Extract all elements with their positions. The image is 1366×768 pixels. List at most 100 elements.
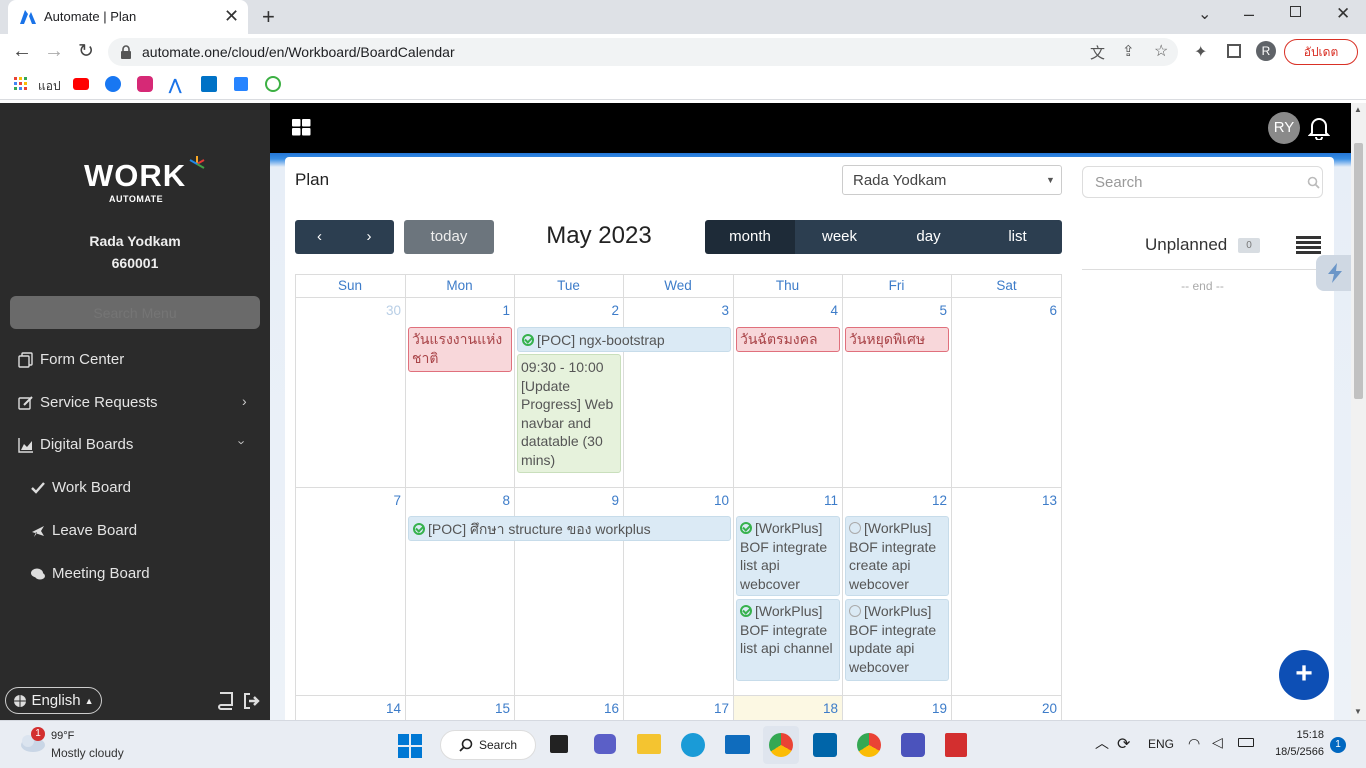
list-menu-icon[interactable] (1296, 236, 1321, 254)
input-language[interactable]: ENG (1148, 737, 1174, 751)
bell-icon[interactable] (1308, 116, 1330, 140)
day-number[interactable]: 11 (733, 493, 838, 508)
calendar-event[interactable]: [POC] ngx-bootstrap (517, 327, 731, 352)
sidebar-item-leave-board[interactable]: Leave Board (30, 522, 137, 539)
tab-search-icon[interactable]: ⌄ (1198, 4, 1211, 24)
clock-time[interactable]: 15:18 (1294, 729, 1324, 741)
day-number[interactable]: 20 (951, 701, 1057, 716)
reload-icon[interactable]: ↻ (78, 40, 94, 63)
sidebar-item-service-requests[interactable]: Service Requests (18, 394, 158, 411)
search-menu-input[interactable] (10, 296, 260, 329)
day-number[interactable]: 3 (623, 303, 729, 318)
calendar-event[interactable]: วันหยุดพิเศษ (845, 327, 949, 352)
day-number[interactable]: 6 (951, 303, 1057, 318)
tray-chevron-icon[interactable]: ︿ (1095, 733, 1109, 753)
calendar-event[interactable]: [WorkPlus] BOF integrate list api channe… (736, 599, 840, 681)
scroll-thumb[interactable] (1354, 143, 1363, 399)
logout-icon[interactable] (243, 692, 261, 710)
add-button[interactable]: + (1279, 650, 1329, 700)
calendar-event[interactable]: [WorkPlus] BOF integrate list api webcov… (736, 516, 840, 596)
user-select[interactable]: Rada Yodkam ▼ (842, 165, 1062, 195)
day-number[interactable]: 30 (295, 303, 401, 318)
browser-tab[interactable]: Automate | Plan ✕ (8, 0, 248, 34)
day-number[interactable]: 10 (623, 493, 729, 508)
day-number[interactable]: 8 (405, 493, 510, 508)
acrobat-icon[interactable] (945, 733, 967, 757)
wifi-icon[interactable]: ◠ (1188, 735, 1200, 752)
bitbucket-icon[interactable] (234, 77, 248, 91)
update-button[interactable]: อัปเดต (1284, 39, 1358, 65)
day-number[interactable]: 4 (733, 303, 838, 318)
green-ext-icon[interactable] (265, 76, 281, 92)
omnibox[interactable]: automate.one/cloud/en/Workboard/BoardCal… (108, 38, 1178, 66)
sidebar-item-form-center[interactable]: Form Center (18, 351, 124, 368)
volume-icon[interactable]: ◁ (1212, 734, 1223, 751)
side-panel-icon[interactable] (1227, 44, 1241, 58)
profile-avatar[interactable]: R (1256, 41, 1276, 61)
battery-icon[interactable] (1238, 738, 1254, 747)
plan-search[interactable]: Search (1082, 166, 1323, 198)
day-number[interactable]: 5 (842, 303, 947, 318)
notification-badge[interactable]: 1 (1330, 737, 1346, 753)
day-number[interactable]: 12 (842, 493, 947, 508)
tray-sync-icon[interactable]: ⟳ (1117, 734, 1130, 754)
mail-icon[interactable] (725, 735, 750, 754)
extensions-icon[interactable]: ✦ (1194, 42, 1207, 62)
day-number[interactable]: 2 (514, 303, 619, 318)
user-avatar[interactable]: RY (1268, 112, 1300, 144)
side-widget-button[interactable] (1316, 255, 1352, 291)
today-button[interactable]: today (404, 220, 494, 254)
minimize-icon[interactable]: – (1244, 4, 1254, 25)
sidebar-item-digital-boards[interactable]: Digital Boards (18, 436, 133, 453)
calendar-event[interactable]: 09:30 - 10:00 [Update Progress] Web navb… (517, 354, 621, 473)
teams-chat-icon[interactable] (594, 734, 616, 754)
apps-grid-icon[interactable] (292, 119, 311, 136)
task-view-icon[interactable] (550, 735, 568, 753)
windows-start-icon[interactable] (398, 734, 422, 758)
maximize-icon[interactable] (1290, 6, 1301, 17)
edge-icon[interactable] (681, 733, 705, 757)
instagram-icon[interactable] (137, 76, 153, 92)
view-day-button[interactable]: day (884, 220, 973, 254)
teams-icon[interactable] (901, 733, 925, 757)
page-scrollbar[interactable]: ▲ ▼ (1351, 103, 1366, 720)
calendar-event[interactable]: วันฉัตรมงคล (736, 327, 840, 352)
view-list-button[interactable]: list (973, 220, 1062, 254)
scroll-down-icon[interactable]: ▼ (1354, 707, 1362, 716)
tab-close-icon[interactable]: ✕ (224, 6, 239, 27)
translate-icon[interactable]: ⽂ (1090, 42, 1105, 63)
outlook-icon[interactable] (201, 76, 217, 92)
day-number[interactable]: 19 (842, 701, 947, 716)
day-number[interactable]: 14 (295, 701, 401, 716)
close-window-icon[interactable]: ✕ (1336, 4, 1350, 24)
taskbar-search[interactable]: Search (440, 730, 536, 760)
calendar-event[interactable]: [WorkPlus] BOF integrate update api webc… (845, 599, 949, 681)
day-number[interactable]: 13 (951, 493, 1057, 508)
day-number[interactable]: 17 (623, 701, 729, 716)
day-number[interactable]: 16 (514, 701, 619, 716)
day-number[interactable]: 15 (405, 701, 510, 716)
next-month-button[interactable]: › (344, 220, 394, 254)
forward-icon[interactable]: → (44, 40, 64, 63)
apps-grid-icon[interactable] (14, 77, 28, 91)
vscode-icon[interactable] (813, 733, 837, 757)
calendar-event[interactable]: [WorkPlus] BOF integrate create api webc… (845, 516, 949, 596)
scroll-up-icon[interactable]: ▲ (1354, 105, 1362, 114)
apps-label[interactable]: แอป (38, 77, 61, 96)
new-tab-icon[interactable]: + (262, 4, 275, 30)
back-icon[interactable]: ← (12, 40, 32, 63)
bookmark-star-icon[interactable]: ☆ (1154, 41, 1168, 61)
day-number[interactable]: 7 (295, 493, 401, 508)
sidebar-item-work-board[interactable]: Work Board (30, 479, 131, 496)
automate-bookmark-icon[interactable]: ⋀ (169, 76, 185, 94)
chrome-profile-icon[interactable] (857, 733, 881, 757)
view-month-button[interactable]: month (705, 220, 795, 254)
sidebar-item-meeting-board[interactable]: Meeting Board (30, 565, 150, 582)
facebook-icon[interactable] (105, 76, 121, 92)
day-number[interactable]: 9 (514, 493, 619, 508)
youtube-icon[interactable] (73, 78, 89, 90)
calendar-event[interactable]: [POC] ศึกษา structure ของ workplus (408, 516, 731, 541)
share-icon[interactable]: ⇪ (1122, 42, 1135, 60)
view-week-button[interactable]: week (795, 220, 884, 254)
language-selector[interactable]: English ▲ (5, 687, 102, 714)
